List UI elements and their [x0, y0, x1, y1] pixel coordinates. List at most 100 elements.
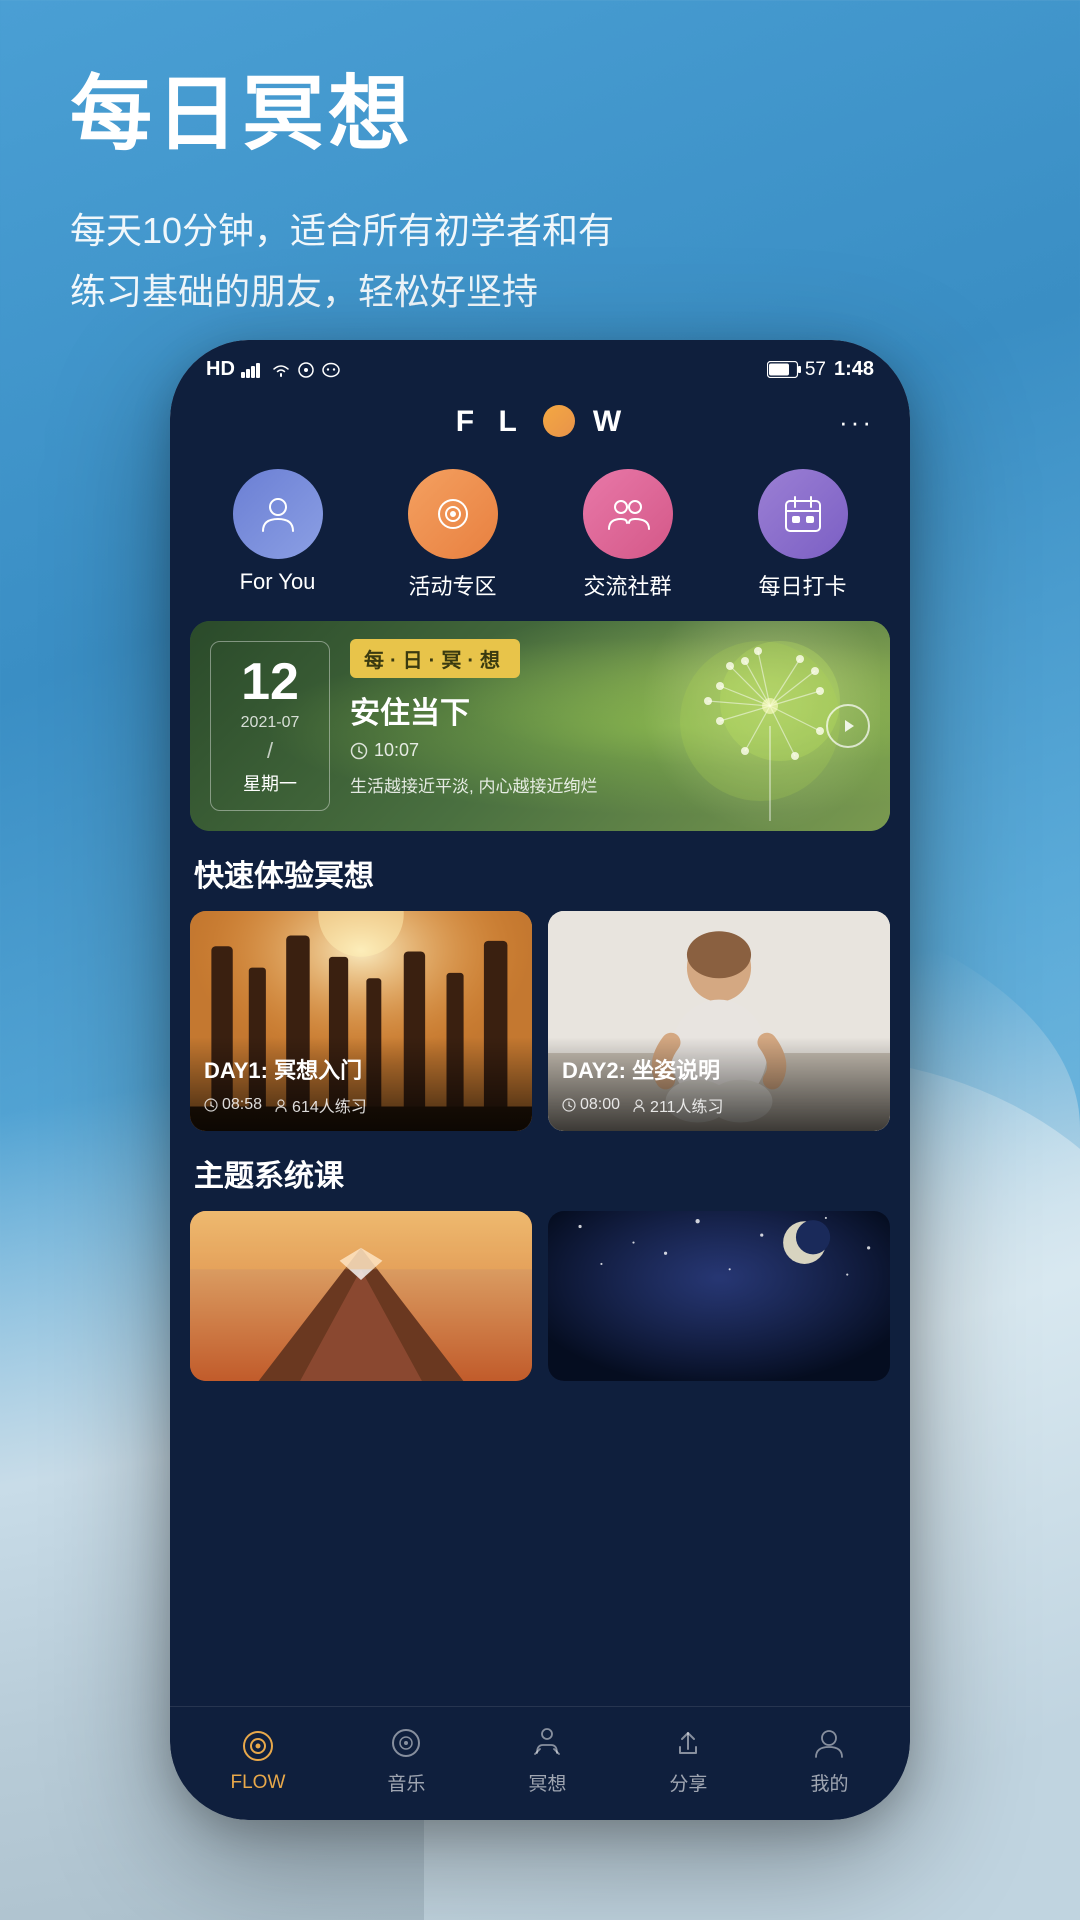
night-scene	[548, 1211, 890, 1381]
person-small2-icon	[632, 1098, 646, 1112]
bottom-nav-music[interactable]: 音乐	[386, 1723, 426, 1796]
app-logo: F L W	[456, 405, 629, 439]
calendar-icon	[780, 491, 826, 537]
more-button[interactable]: ···	[839, 407, 874, 438]
person-icon	[255, 491, 301, 537]
med-card-day2-users: 211人练习	[632, 1093, 724, 1117]
med-card-day2-meta: 08:00 211人练习	[562, 1093, 876, 1117]
med-card-day1-time: 08:58	[204, 1093, 262, 1117]
theme-cards-section	[170, 1211, 910, 1391]
med-card-day1[interactable]: DAY1: 冥想入门 08:58	[190, 911, 532, 1131]
flow-icon	[240, 1728, 276, 1764]
theme-card-night-bg	[548, 1211, 890, 1381]
daily-duration: 10:07	[374, 740, 419, 761]
play-icon	[838, 716, 858, 736]
page-title: 每日冥想	[70, 70, 614, 160]
play-button[interactable]	[826, 704, 870, 748]
med-card-day2-overlay: DAY2: 坐姿说明 08:00	[548, 1037, 890, 1131]
theme-cards-row	[190, 1211, 890, 1381]
phone-screen: HD	[170, 340, 910, 1820]
status-bar: HD	[170, 340, 910, 389]
status-time: 1:48	[834, 358, 874, 381]
daily-time: 10:07	[350, 740, 830, 761]
med-card-day1-overlay: DAY1: 冥想入门 08:58	[190, 1037, 532, 1131]
meditation-nav-icon	[527, 1723, 567, 1763]
med-card-day2[interactable]: DAY2: 坐姿说明 08:00	[548, 911, 890, 1131]
bottom-nav-mine[interactable]: 我的	[809, 1723, 849, 1796]
nav-item-for-you[interactable]: For You	[233, 469, 323, 601]
daily-description: 生活越接近平淡, 内心越接近绚烂	[350, 775, 830, 799]
nav-item-checkin[interactable]: 每日打卡	[758, 469, 848, 601]
daily-meditation-card[interactable]: 12 2021-07 / 星期一 每·日·冥·想 安住当下 10:07 生活越接…	[190, 621, 890, 831]
logo-o-icon	[543, 405, 575, 437]
quick-meditation-title: 快速体验冥想	[170, 851, 910, 911]
bottom-nav-music-label: 音乐	[387, 1769, 425, 1796]
quick-nav: For You 活动专区	[170, 459, 910, 621]
date-year: 2021-07	[241, 714, 300, 732]
bottom-nav-flow-label: FLOW	[231, 1772, 286, 1794]
person-small-icon	[274, 1098, 288, 1112]
quick-meditation-cards: DAY1: 冥想入门 08:58	[170, 911, 910, 1151]
checkin-icon-circle	[758, 469, 848, 559]
battery-shape	[767, 361, 801, 378]
battery-percent: 57	[805, 359, 826, 381]
bottom-nav-meditation[interactable]: 冥想	[527, 1723, 567, 1796]
date-divider: /	[267, 738, 273, 764]
status-left: HD	[206, 358, 341, 381]
theme-card-mountain-bg	[190, 1211, 532, 1381]
bottom-nav: FLOW 音乐	[170, 1706, 910, 1820]
nav-label-for-you: For You	[240, 569, 316, 595]
meditation-person-icon	[529, 1725, 565, 1761]
bottom-nav-mine-label: 我的	[810, 1769, 848, 1796]
header-area: 每日冥想 每天10分钟，适合所有初学者和有 练习基础的朋友，轻松好坚持	[70, 70, 614, 323]
theme-card-mountain[interactable]	[190, 1211, 532, 1381]
med-card-day1-title: DAY1: 冥想入门	[204, 1053, 518, 1085]
clock-icon	[350, 742, 368, 760]
user-icon	[811, 1725, 847, 1761]
nav-label-activity: 活动专区	[408, 569, 496, 601]
people-icon	[605, 491, 651, 537]
theme-section-title: 主题系统课	[170, 1151, 910, 1211]
music-icon	[388, 1725, 424, 1761]
daily-date-box: 12 2021-07 / 星期一	[210, 641, 330, 811]
community-icon-circle	[583, 469, 673, 559]
nav-label-community: 交流社群	[583, 569, 671, 601]
share-nav-icon	[668, 1723, 708, 1763]
battery-icon: 57	[767, 359, 826, 381]
date-number: 12	[241, 656, 299, 708]
signal-bars-icon	[241, 362, 265, 378]
med-card-day1-users: 614人练习	[274, 1093, 367, 1117]
nav-label-checkin: 每日打卡	[758, 569, 846, 601]
ring-icon	[430, 491, 476, 537]
bottom-nav-flow[interactable]: FLOW	[231, 1726, 286, 1794]
mountain-scene	[190, 1211, 532, 1381]
med-card-day2-time: 08:00	[562, 1093, 620, 1117]
mine-nav-icon	[809, 1723, 849, 1763]
page-subtitle: 每天10分钟，适合所有初学者和有 练习基础的朋友，轻松好坚持	[70, 200, 614, 322]
bottom-nav-meditation-label: 冥想	[528, 1769, 566, 1796]
theme-card-night[interactable]	[548, 1211, 890, 1381]
app-header: F L W ···	[170, 389, 910, 459]
location-icon	[297, 361, 315, 379]
flow-nav-icon	[238, 1726, 278, 1766]
music-nav-icon	[386, 1723, 426, 1763]
phone-frame: HD	[170, 340, 910, 1820]
clock-small2-icon	[562, 1098, 576, 1112]
daily-tag: 每·日·冥·想	[350, 639, 520, 678]
wechat-icon	[321, 360, 341, 380]
bottom-nav-share-label: 分享	[669, 1769, 707, 1796]
status-right: 57 1:48	[767, 358, 874, 381]
status-signal: HD	[206, 358, 235, 381]
wifi-icon	[271, 362, 291, 378]
nav-item-activity[interactable]: 活动专区	[408, 469, 498, 601]
activity-icon-circle	[408, 469, 498, 559]
share-icon	[670, 1725, 706, 1761]
clock-small-icon	[204, 1098, 218, 1112]
med-card-day1-meta: 08:58 614人练习	[204, 1093, 518, 1117]
nav-item-community[interactable]: 交流社群	[583, 469, 673, 601]
for-you-icon-circle	[233, 469, 323, 559]
daily-card-content: 每·日·冥·想 安住当下 10:07 生活越接近平淡, 内心越接近绚烂	[350, 639, 830, 799]
daily-title: 安住当下	[350, 688, 830, 732]
med-card-day2-title: DAY2: 坐姿说明	[562, 1053, 876, 1085]
bottom-nav-share[interactable]: 分享	[668, 1723, 708, 1796]
